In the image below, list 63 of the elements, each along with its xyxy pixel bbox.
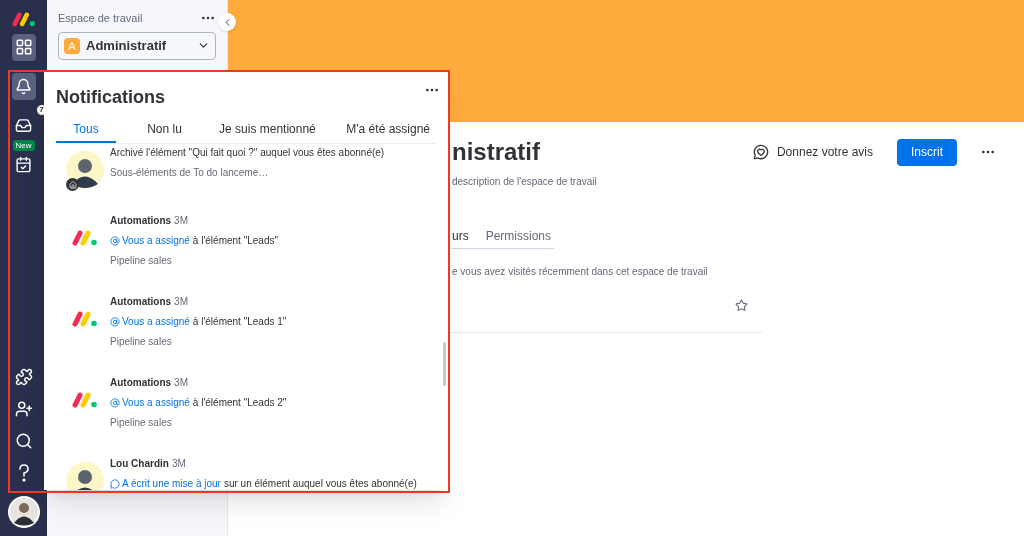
notification-text: à l'élément "Leads 1"	[192, 316, 287, 328]
notification-text: Archivé l'élément "Qui fait quoi ?" auquel vous êtes abonné(e)	[110, 147, 385, 159]
search-icon[interactable]	[14, 432, 33, 450]
notification-author: Automations	[110, 296, 172, 308]
notification-action-link[interactable]: Vous a assigné	[122, 397, 190, 409]
notification-text: à l'élément "Leads 2"	[192, 397, 287, 409]
calendar-check-icon	[15, 155, 32, 173]
notification-text: sur un élément auquel vous êtes abonné(e)	[223, 478, 417, 490]
page-tab[interactable]: urs	[452, 227, 469, 245]
notification-action-link[interactable]: Vous a assigné	[122, 316, 190, 328]
workspace-title: nistratif	[452, 137, 541, 167]
workspace-letter-badge: A	[64, 37, 80, 54]
notification-time: 3M	[171, 458, 186, 470]
avatar-silhouette-icon	[66, 462, 104, 490]
notification-time: 3M	[174, 296, 188, 308]
feedback-icon	[752, 144, 769, 160]
star-icon[interactable]	[735, 299, 748, 312]
notification-text: à l'élément "Leads"	[192, 235, 278, 247]
notification-tab[interactable]: M'a été assigné	[340, 120, 436, 143]
subscribe-button[interactable]: Inscrit	[897, 138, 957, 166]
board-name: Pipeline sales	[110, 417, 173, 429]
recent-info-text: e vous avez visités récemment dans cet espace de travail	[452, 265, 709, 279]
inbox-icon	[15, 116, 32, 134]
automation-logo-icon	[72, 310, 98, 328]
workspace-description: description de l'espace de travail	[452, 175, 598, 189]
notification-author: Automations	[110, 215, 172, 227]
board-name: Pipeline sales	[110, 255, 173, 267]
workspace-label: Espace de travail	[58, 11, 143, 26]
user-avatar-icon[interactable]	[7, 496, 40, 528]
page-tab[interactable]: Permissions	[485, 227, 552, 245]
new-badge: New	[12, 139, 35, 151]
automation-logo-icon	[72, 229, 98, 247]
notification-tab[interactable]: Non lu	[134, 120, 195, 143]
grid-icon	[14, 38, 33, 57]
notification-time: 3M	[174, 377, 188, 389]
notification-time: 3M	[174, 215, 188, 227]
app-logo-icon	[11, 12, 36, 27]
automation-logo-icon	[72, 391, 98, 409]
rail-button[interactable]	[11, 33, 36, 61]
notification-tab[interactable]: Je suis mentionné	[213, 120, 322, 143]
rail-button[interactable]	[11, 72, 36, 100]
workspace-dropdown[interactable]: A Administratif	[58, 31, 216, 60]
notification-author: Automations	[110, 377, 172, 389]
board-name: Pipeline sales	[110, 336, 173, 348]
invite-user-icon[interactable]	[14, 400, 33, 418]
at-sign-icon	[110, 236, 120, 246]
notification-author: Lou Chardin	[110, 458, 169, 470]
bell-icon	[15, 77, 32, 95]
scrollbar-thumb[interactable]	[443, 342, 446, 386]
at-sign-icon	[110, 317, 120, 327]
notification-action-link[interactable]: Vous a assigné	[122, 235, 190, 247]
puzzle-icon[interactable]	[14, 368, 33, 386]
feedback-link[interactable]: Donnez votre avis	[776, 143, 873, 161]
board-name: Sous-éléments de To do lanceme…	[110, 167, 270, 179]
notification-tab[interactable]: Tous	[56, 120, 116, 143]
at-sign-icon	[110, 398, 120, 408]
help-icon[interactable]	[17, 464, 30, 482]
avatar-silhouette-icon	[66, 151, 104, 189]
panel-title: Notifications	[56, 86, 165, 109]
notification-action-link[interactable]: A écrit une mise à jour	[122, 478, 221, 490]
workspace-name: Administratif	[86, 36, 168, 55]
home-badge-icon	[66, 178, 79, 191]
comment-icon	[110, 479, 120, 489]
